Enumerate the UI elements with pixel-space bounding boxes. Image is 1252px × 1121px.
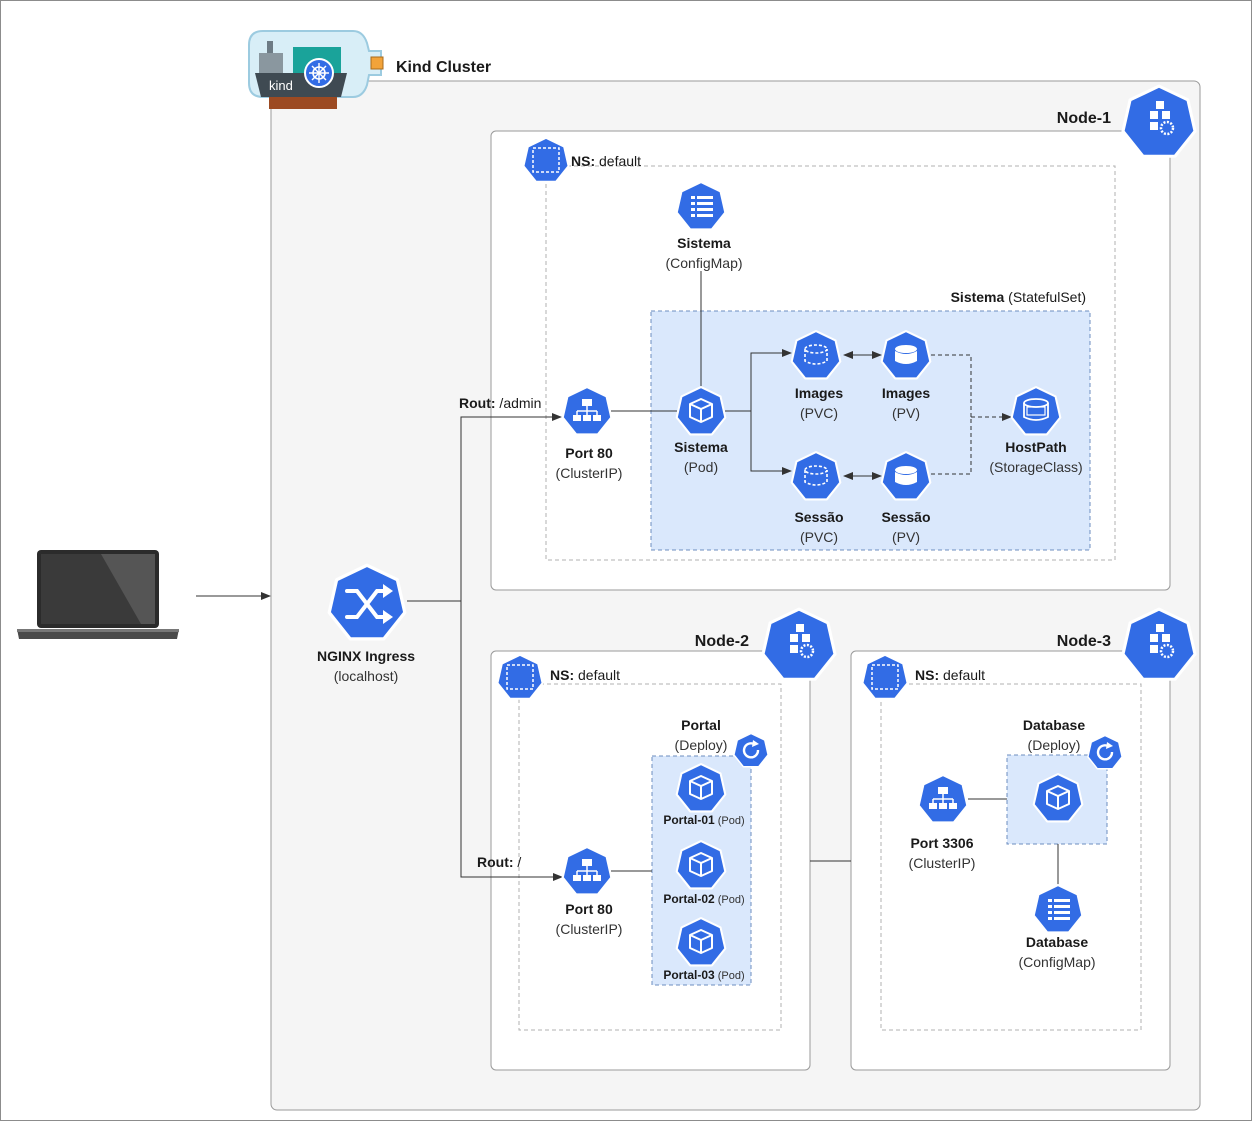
database-deploy-name: Database	[1023, 717, 1085, 733]
sistema-configmap-sub: (ConfigMap)	[665, 255, 742, 271]
storageclass-icon	[1010, 386, 1062, 436]
node3-icon	[1121, 607, 1197, 681]
node2-title: Node-2	[695, 633, 749, 650]
kind-logo-text: kind	[269, 78, 293, 93]
images-pvc-sub: (PVC)	[800, 405, 838, 421]
node2-container	[490, 650, 811, 1071]
images-pv-sub: (PV)	[892, 405, 920, 421]
sistema-pod-sub: (Pod)	[684, 459, 718, 475]
ingress-name: NGINX Ingress	[317, 648, 415, 664]
images-pvc-name: Images	[795, 385, 843, 401]
deploy-icon	[733, 732, 769, 768]
database-deploy-sub: (Deploy)	[1028, 737, 1081, 753]
diagram-canvas: kind Kind Cluster Node-1 Node-2 Node-3 N…	[0, 0, 1252, 1121]
images-pv-name: Images	[882, 385, 930, 401]
pvc-icon	[790, 451, 842, 501]
namespace-icon	[522, 136, 570, 183]
node1-title: Node-1	[1057, 110, 1111, 127]
node2-service-name: Port 80	[565, 901, 613, 917]
node1-icon	[1121, 84, 1197, 158]
portal-01-label: Portal-01 (Pod)	[663, 813, 744, 827]
sessao-pvc-sub: (PVC)	[800, 529, 838, 545]
node3-service-sub: (ClusterIP)	[909, 855, 976, 871]
pod-icon	[675, 763, 727, 813]
hostpath-name: HostPath	[1005, 439, 1066, 455]
service-icon	[561, 846, 613, 896]
pv-icon	[880, 330, 932, 380]
node3-service-name: Port 3306	[910, 835, 973, 851]
pod-icon	[675, 917, 727, 967]
node2-ns-label: NS: default	[550, 667, 620, 683]
service-icon	[917, 774, 969, 824]
pv-icon	[880, 451, 932, 501]
cluster-title: Kind Cluster	[396, 59, 491, 76]
pod-icon	[675, 386, 727, 436]
node3-title: Node-3	[1057, 633, 1111, 650]
database-configmap-name: Database	[1026, 934, 1088, 950]
laptop-icon	[17, 550, 179, 639]
namespace-icon	[496, 653, 544, 700]
database-configmap-sub: (ConfigMap)	[1018, 954, 1095, 970]
deploy-icon	[1087, 734, 1123, 770]
service-icon	[561, 386, 613, 436]
pod-icon	[1032, 773, 1084, 823]
configmap-icon	[1032, 884, 1084, 934]
portal-deploy-name: Portal	[681, 717, 721, 733]
ingress-sub: (localhost)	[334, 668, 399, 684]
configmap-icon	[675, 181, 727, 231]
sistema-pod-name: Sistema	[674, 439, 728, 455]
sessao-pv-sub: (PV)	[892, 529, 920, 545]
node2-icon	[761, 607, 837, 681]
route-admin-label: Rout: /admin	[459, 395, 541, 411]
hostpath-sub: (StorageClass)	[989, 459, 1082, 475]
node1-service-sub: (ClusterIP)	[556, 465, 623, 481]
route-root-label: Rout: /	[477, 854, 521, 870]
namespace-icon	[861, 653, 909, 700]
node1-service-name: Port 80	[565, 445, 613, 461]
node2-service-sub: (ClusterIP)	[556, 921, 623, 937]
sistema-configmap-name: Sistema	[677, 235, 731, 251]
node1-ns-label: NS: default	[571, 153, 641, 169]
ingress-icon	[327, 563, 407, 641]
portal-02-label: Portal-02 (Pod)	[663, 892, 744, 906]
portal-deploy-sub: (Deploy)	[675, 737, 728, 753]
node3-container	[850, 650, 1171, 1071]
portal-03-label: Portal-03 (Pod)	[663, 968, 744, 982]
node3-ns-label: NS: default	[915, 667, 985, 683]
pvc-icon	[790, 330, 842, 380]
statefulset-label: Sistema (StatefulSet)	[951, 289, 1086, 305]
pod-icon	[675, 840, 727, 890]
sessao-pvc-name: Sessão	[794, 509, 843, 525]
sessao-pv-name: Sessão	[881, 509, 930, 525]
